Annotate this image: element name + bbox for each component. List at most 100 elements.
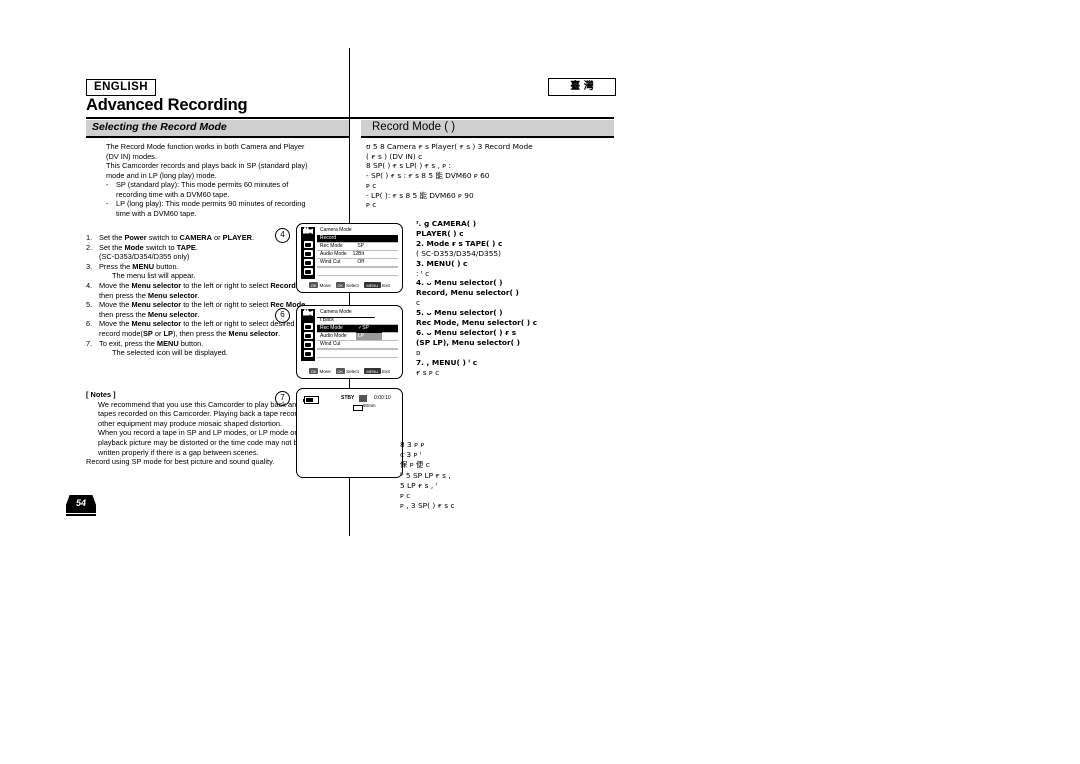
- settings-tab-icon[interactable]: [303, 350, 313, 357]
- standby-status-row: STBY 0:00:10 60min: [297, 394, 402, 411]
- menu-row-label: t Back: [320, 317, 334, 323]
- right-step-line: 5. ᴗ Menu selector( ): [416, 308, 503, 318]
- battery-icon: [302, 396, 319, 404]
- left-section-title: Selecting the Record Mode: [92, 121, 227, 133]
- record-tab-icon[interactable]: [303, 323, 313, 330]
- right-note-line: c 3 ᴘ ᴵ: [400, 450, 422, 460]
- footer-label: Select: [346, 368, 359, 374]
- step-item: 7. To exit, press the MENU button.: [86, 339, 308, 349]
- footer-move: OK Move: [309, 368, 331, 374]
- menu-row-label: Rec Mode: [320, 243, 343, 249]
- menu-row-value: 12Bit: [352, 251, 364, 257]
- page-number-badge: 54: [66, 495, 96, 517]
- page-number-rule: [66, 514, 96, 516]
- menu-divider: [317, 267, 398, 268]
- right-step-line: ғ s ᴘ c: [416, 367, 440, 377]
- right-step-line: 7. , MENU( ) ᴵ c: [416, 357, 478, 367]
- camera-tab-icon[interactable]: [303, 332, 313, 339]
- step-text: Move the Menu selector to the left or ri…: [99, 280, 298, 300]
- menu-row-value: Off: [357, 259, 364, 265]
- standby-label: STBY: [341, 395, 355, 401]
- left-section-underline: [86, 136, 349, 138]
- step-number: 1.: [86, 233, 93, 242]
- step-marker-6: 6: [275, 308, 290, 323]
- page-title: Advanced Recording: [86, 96, 248, 114]
- step-item: 3. Press the MENU button.: [86, 262, 308, 272]
- camera-tab-icon[interactable]: [303, 250, 313, 257]
- popup-option-sp[interactable]: ✓SP: [356, 325, 382, 333]
- menu-divider: [317, 357, 398, 358]
- right-step-line: Record, Menu selector( ): [416, 288, 519, 298]
- right-step-line: : ᶦ c: [416, 268, 430, 278]
- menu-footer-bar: OK Move OK Select MENU Exit: [301, 367, 398, 375]
- menu-row-record[interactable]: Record: [317, 235, 398, 243]
- step-text: Press the MENU button.: [99, 261, 179, 271]
- right-step-line: Rec Mode, Menu selector( ) c: [416, 318, 538, 328]
- settings-tab-icon[interactable]: [303, 268, 313, 275]
- lock-tab-icon[interactable]: [303, 259, 313, 266]
- right-step-line: 3. MENU( ) c: [416, 258, 468, 268]
- manual-page: ENGLISH 臺 灣 Advanced Recording Selecting…: [0, 0, 1080, 764]
- camcorder-icon: [303, 309, 313, 316]
- step-number: 2.: [86, 242, 93, 252]
- record-tab-icon[interactable]: [303, 241, 313, 248]
- right-note-line: 5 LP ғ s , ᴵ: [400, 480, 437, 490]
- bullet-item: - SP (standard play): This mode permits …: [106, 180, 311, 199]
- camcorder-icon: [303, 227, 313, 234]
- menu-row-value: SP: [357, 243, 364, 249]
- language-badge: ENGLISH: [86, 79, 156, 96]
- lcd-screen-step6: Camera Mode t Back Rec Mode Audio Mode W…: [296, 305, 403, 379]
- popup-option-lp[interactable]: LP: [356, 332, 382, 340]
- right-section-underline: [361, 136, 614, 138]
- camera-menu-popup: Camera Mode t Back Rec Mode Audio Mode W…: [301, 309, 398, 361]
- step-text: Set the Mode switch to TAPE.: [99, 242, 198, 252]
- step-subtext: The selected icon will be displayed.: [112, 348, 228, 358]
- title-underline: [86, 117, 614, 119]
- note-item: Record using SP mode for best picture an…: [86, 457, 275, 467]
- footer-select: OK Select: [335, 282, 359, 288]
- menu-key-icon: MENU: [363, 282, 381, 288]
- right-step-line: 4. ᴗ Menu selector( ): [416, 278, 503, 288]
- footer-select: OK Select: [335, 368, 359, 374]
- right-intro-line: - LP( ): ғ s 8 5 能 DVM60 ᴘ 90: [366, 190, 474, 200]
- ok-key-icon: OK: [335, 368, 345, 374]
- menu-key-icon: MENU: [363, 368, 381, 374]
- right-step-line: ᶦ. ɡ CAMERA( ): [416, 219, 477, 228]
- right-intro-block: ʊ 5 8 Camera ғ s Player( ғ s ) 3 Record …: [366, 142, 616, 210]
- right-intro-line: ( ғ s ) (DV IN) c: [366, 151, 423, 161]
- step-text: Move the Menu selector to the left or ri…: [99, 319, 295, 338]
- timecode-display: 0:00:10: [374, 395, 391, 401]
- menu-row-label: Audio Mode: [320, 333, 347, 339]
- intro-paragraph: This Camcorder records and plays back in…: [106, 161, 308, 180]
- menu-row-label: Wind Cut: [320, 259, 341, 265]
- lcd-screen-step7: STBY 0:00:10 60min: [296, 388, 403, 478]
- intro-paragraph: The Record Mode function works in both C…: [106, 142, 305, 161]
- right-step-line: 6. ᴗ Menu selector( ) ғ s: [416, 327, 517, 337]
- right-note-line: ᴰ 5 SP LP ғ s ,: [400, 470, 451, 480]
- footer-label: Move: [319, 282, 331, 288]
- note-item: When you record a tape in SP and LP mode…: [98, 428, 318, 457]
- right-intro-line: ʊ 5 8 Camera ғ s Player( ғ s ) 3 Record …: [366, 142, 533, 151]
- region-badge: 臺 灣: [548, 78, 616, 96]
- menu-divider: [317, 349, 398, 350]
- bullet-dash: -: [106, 180, 109, 190]
- menu-row-back[interactable]: t Back: [317, 317, 398, 325]
- right-intro-line: ᴘ c: [366, 200, 377, 210]
- step-marker-7: 7: [275, 391, 290, 406]
- menu-row-wind-cut[interactable]: Wind Cut: [317, 341, 398, 349]
- step-number: 7.: [86, 338, 93, 348]
- right-step-line: ( SC-D353/D354/D355): [416, 248, 502, 258]
- menu-footer-bar: OK Move OK Select MENU Exit: [301, 281, 398, 289]
- footer-move: OK Move: [309, 282, 331, 288]
- step-item: 6. Move the Menu selector to the left or…: [86, 319, 308, 338]
- footer-label: Move: [319, 368, 331, 374]
- step-item: 4. Move the Menu selector to the left or…: [86, 281, 308, 300]
- right-intro-line: - SP( ) ғ s : ғ s 8 5 能 DVM60 ᴘ 60: [366, 171, 490, 181]
- ok-key-icon: OK: [309, 282, 319, 288]
- lock-tab-icon[interactable]: [303, 341, 313, 348]
- tape-remaining: 60min: [353, 403, 376, 411]
- step-number: 5.: [86, 300, 93, 310]
- right-section-title: Record Mode ( ): [372, 121, 456, 133]
- step-number: 3.: [86, 261, 93, 271]
- bullet-text: SP (standard play): This mode permits 60…: [116, 180, 289, 199]
